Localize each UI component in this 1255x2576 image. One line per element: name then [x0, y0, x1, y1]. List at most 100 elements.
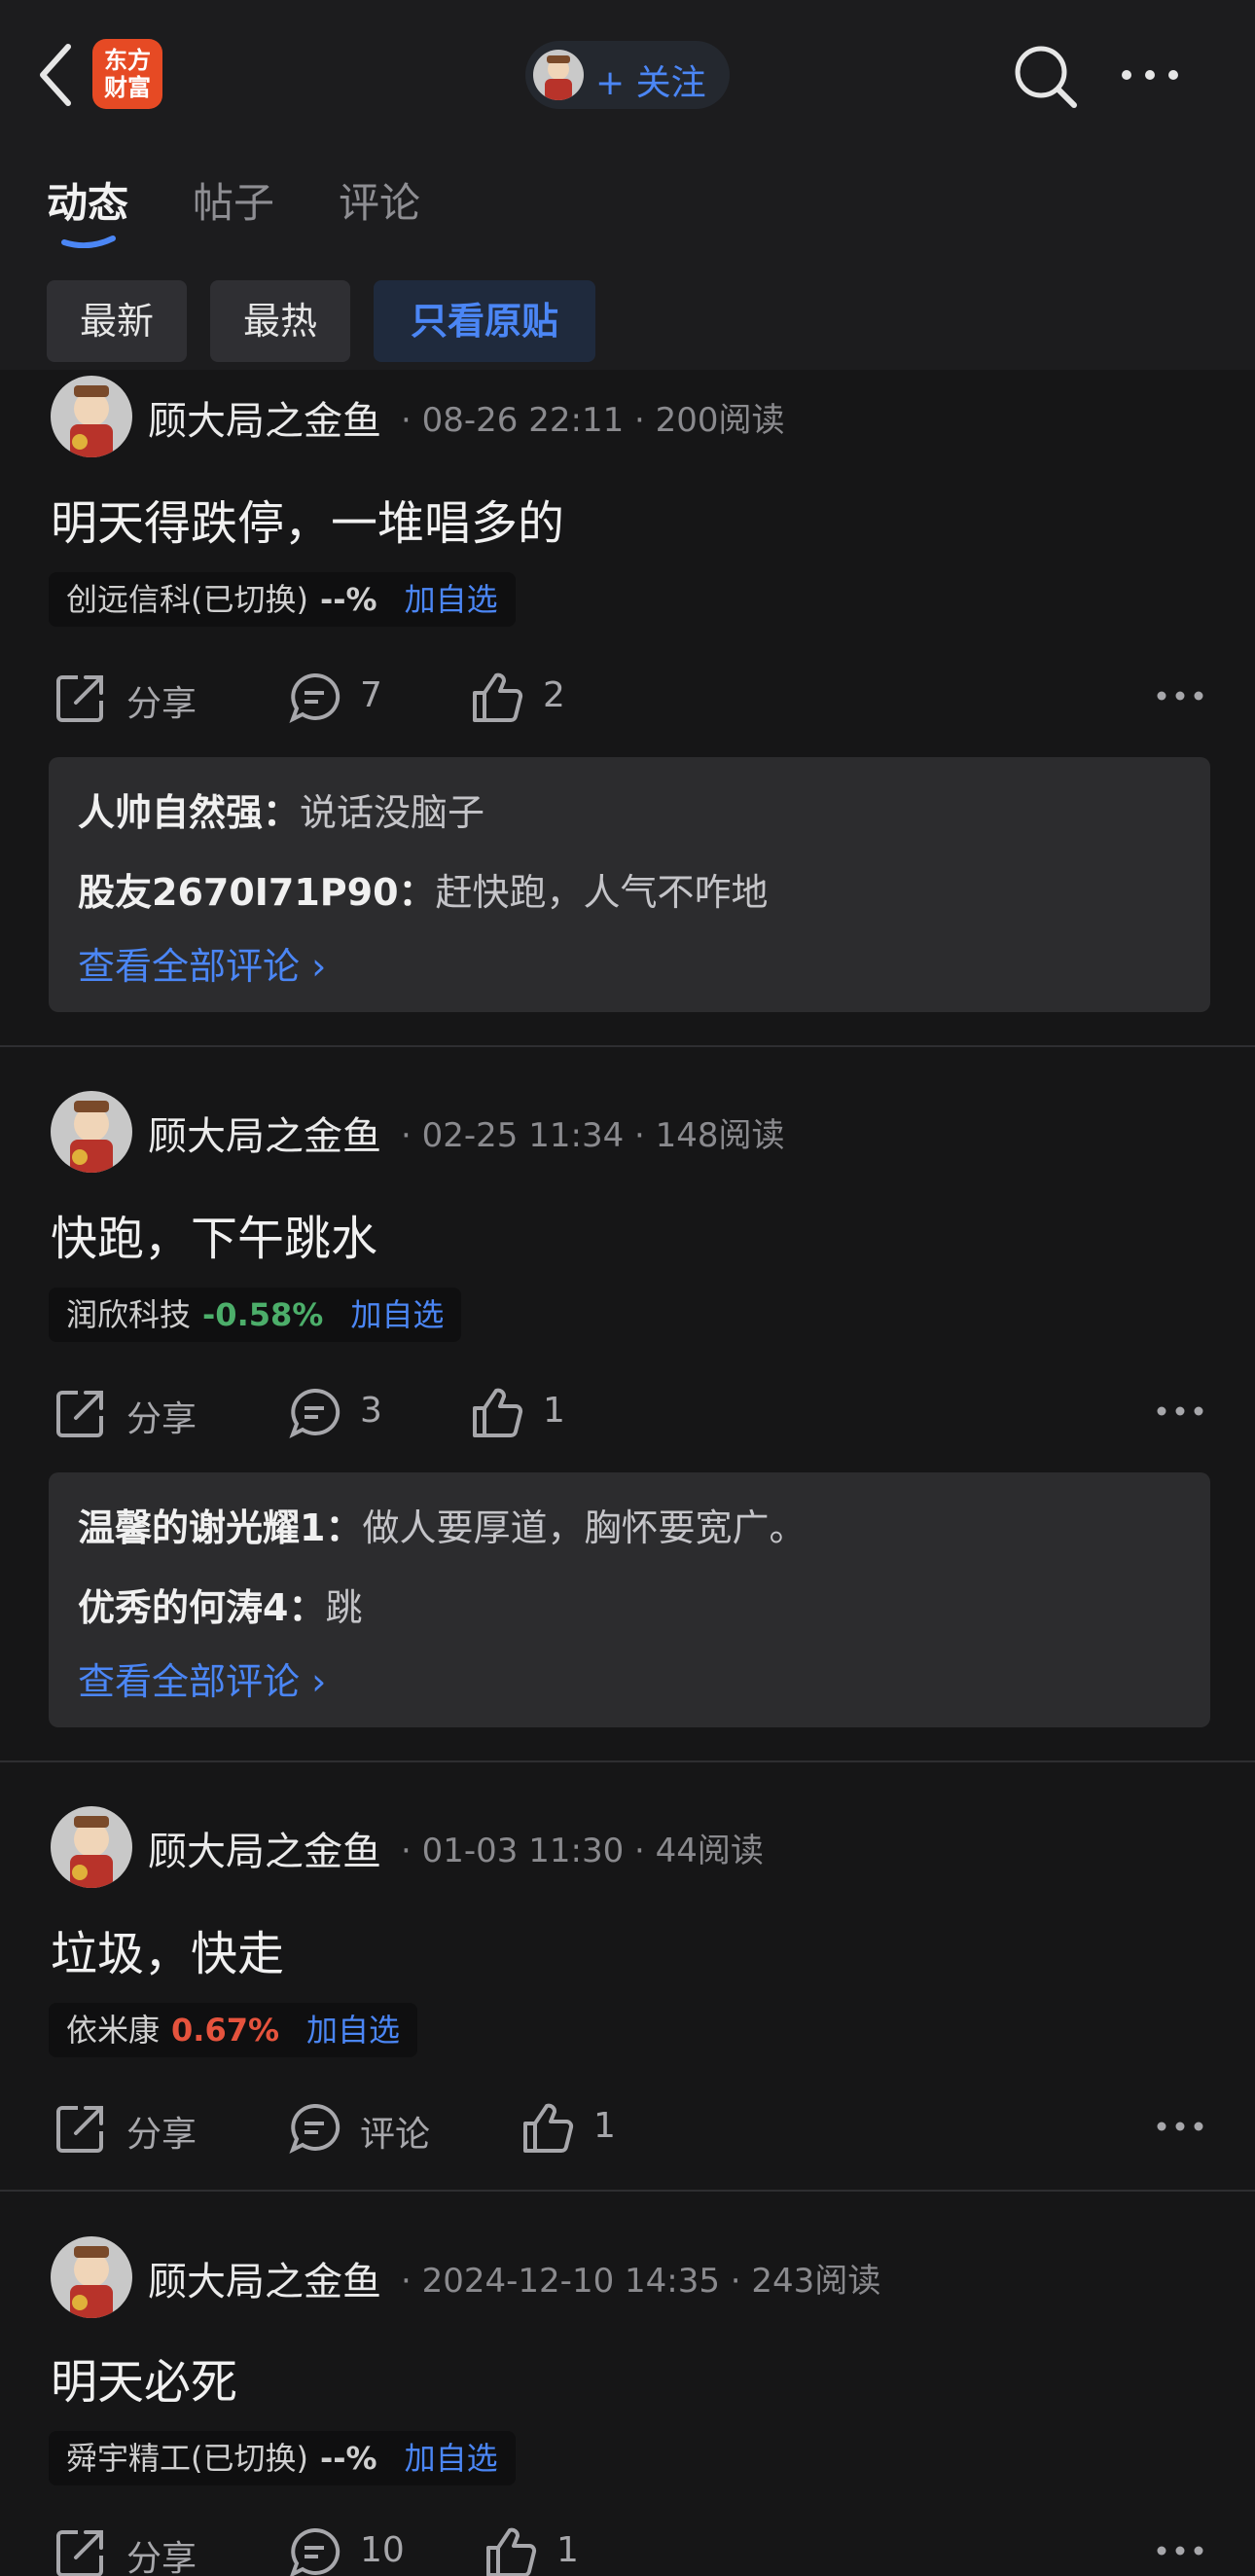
top-bar: 东方 财富 + 关注	[0, 0, 1255, 141]
author-avatar[interactable]	[51, 376, 132, 457]
post-meta: · 2024-12-10 14:35 · 243阅读	[401, 2262, 881, 2301]
filter-bar: 最新 最热 只看原贴	[0, 263, 1255, 370]
add-watchlist[interactable]: 加自选	[405, 581, 498, 618]
comment-count: 10	[360, 2530, 405, 2570]
app-logo: 东方 财富	[92, 39, 162, 109]
search-icon[interactable]	[1010, 41, 1080, 111]
view-all-comments[interactable]: 查看全部评论 ›	[78, 1651, 326, 1705]
comment-icon	[289, 672, 341, 724]
follow-button[interactable]: + 关注	[525, 41, 730, 109]
stock-name: 依米康	[66, 2012, 161, 2049]
post-content[interactable]: 快跑，下午跳水	[51, 1200, 377, 1268]
more-icon[interactable]	[1119, 60, 1181, 90]
tab-dynamic[interactable]: 动态	[47, 170, 128, 230]
share-label: 分享	[126, 2115, 197, 2155]
thumbs-up-icon	[523, 2103, 574, 2153]
share-icon	[56, 2106, 103, 2153]
like-count: 1	[556, 2530, 579, 2570]
back-icon[interactable]	[37, 41, 76, 109]
more-icon[interactable]	[1156, 681, 1204, 710]
like-count: 2	[543, 675, 565, 715]
reply-text: 赶快跑，人气不咋地	[435, 871, 769, 914]
comment-preview[interactable]: 人帅自然强：说话没脑子 股友2670I71P90：赶快跑，人气不咋地 查看全部评…	[49, 757, 1210, 1012]
more-icon[interactable]	[1156, 1397, 1204, 1426]
stock-tag[interactable]: 润欣科技 -0.58% 加自选	[49, 1288, 462, 1342]
reply-user[interactable]: 股友2670I71P90：	[78, 871, 436, 914]
reply-user[interactable]: 人帅自然强：	[78, 791, 300, 834]
stock-tag[interactable]: 舜宇精工(已切换) --% 加自选	[49, 2431, 516, 2485]
add-watchlist[interactable]: 加自选	[306, 2012, 400, 2049]
logo-text-1: 东方	[104, 47, 151, 74]
author-name[interactable]: 顾大局之金鱼	[148, 1820, 381, 1876]
stock-tag[interactable]: 创远信科(已切换) --% 加自选	[49, 572, 516, 627]
reply-line: 温馨的谢光耀1：做人要厚道，胸怀要宽广。	[78, 1498, 806, 1551]
comment-count: 评论	[360, 2115, 431, 2155]
reply-text: 说话没脑子	[300, 791, 485, 834]
comment-icon	[289, 2103, 341, 2155]
post-meta: · 02-25 11:34 · 148阅读	[401, 1116, 785, 1155]
thumbs-up-icon	[486, 2527, 537, 2576]
thumbs-up-icon	[473, 1388, 523, 1437]
logo-text-2: 财富	[104, 74, 151, 101]
divider	[0, 2190, 1255, 2192]
tab-posts[interactable]: 帖子	[193, 170, 274, 230]
tab-comments[interactable]: 评论	[339, 170, 420, 230]
reply-line: 股友2670I71P90：赶快跑，人气不咋地	[78, 862, 769, 916]
reply-line: 优秀的何涛4：跳	[78, 1578, 362, 1631]
post-actions: 分享 7 2	[0, 662, 1255, 730]
comment-count: 7	[360, 675, 382, 715]
follow-label: + 关注	[595, 63, 706, 103]
reply-line: 人帅自然强：说话没脑子	[78, 782, 484, 836]
stock-change: --%	[319, 581, 377, 618]
author-avatar[interactable]	[51, 2236, 132, 2318]
add-watchlist[interactable]: 加自选	[350, 1296, 444, 1333]
stock-change: 0.67%	[171, 2012, 280, 2049]
tab-bar: 动态 帖子 评论	[0, 141, 1255, 263]
comment-icon	[289, 1388, 341, 1439]
comment-count: 3	[360, 1391, 382, 1431]
author-name[interactable]: 顾大局之金鱼	[148, 2250, 381, 2306]
post-meta: · 01-03 11:30 · 44阅读	[401, 1832, 764, 1870]
share-label: 分享	[126, 2539, 197, 2576]
post-actions: 分享 评论 1	[0, 2092, 1255, 2160]
share-label: 分享	[126, 684, 197, 724]
like-count: 1	[543, 1391, 565, 1431]
reply-text: 做人要厚道，胸怀要宽广。	[362, 1506, 807, 1549]
filter-latest[interactable]: 最新	[47, 280, 187, 362]
stock-change: --%	[319, 2440, 377, 2477]
post-content[interactable]: 垃圾，快走	[51, 1915, 284, 1983]
author-name[interactable]: 顾大局之金鱼	[148, 389, 381, 446]
share-icon	[56, 675, 103, 722]
filter-hottest[interactable]: 最热	[210, 280, 350, 362]
more-icon[interactable]	[1156, 2536, 1204, 2565]
thumbs-up-icon	[473, 672, 523, 722]
filter-original-only[interactable]: 只看原贴	[374, 280, 595, 362]
post-actions: 分享 10 1	[0, 2517, 1255, 2576]
stock-name: 创远信科(已切换)	[66, 581, 308, 618]
more-icon[interactable]	[1156, 2112, 1204, 2141]
comment-preview[interactable]: 温馨的谢光耀1：做人要厚道，胸怀要宽广。 优秀的何涛4：跳 查看全部评论 ›	[49, 1472, 1210, 1727]
share-icon	[56, 2530, 103, 2576]
user-avatar	[533, 50, 584, 100]
stock-name: 润欣科技	[66, 1296, 192, 1333]
reply-user[interactable]: 温馨的谢光耀1：	[78, 1506, 362, 1549]
view-all-comments[interactable]: 查看全部评论 ›	[78, 936, 326, 990]
stock-change: -0.58%	[202, 1296, 324, 1333]
share-icon	[56, 1391, 103, 1437]
divider	[0, 1045, 1255, 1047]
reply-user[interactable]: 优秀的何涛4：	[78, 1586, 325, 1629]
divider	[0, 1760, 1255, 1762]
post-content[interactable]: 明天得跌停，一堆唱多的	[51, 485, 564, 553]
stock-tag[interactable]: 依米康 0.67% 加自选	[49, 2003, 418, 2057]
comment-icon	[290, 2527, 341, 2576]
share-label: 分享	[126, 1399, 197, 1439]
add-watchlist[interactable]: 加自选	[405, 2440, 498, 2477]
stock-name: 舜宇精工(已切换)	[66, 2440, 308, 2477]
like-count: 1	[593, 2106, 616, 2146]
author-avatar[interactable]	[51, 1091, 132, 1173]
reply-text: 跳	[325, 1586, 363, 1629]
post-content[interactable]: 明天必死	[51, 2343, 237, 2412]
post-meta: · 08-26 22:11 · 200阅读	[401, 401, 785, 440]
author-name[interactable]: 顾大局之金鱼	[148, 1105, 381, 1161]
author-avatar[interactable]	[51, 1806, 132, 1888]
